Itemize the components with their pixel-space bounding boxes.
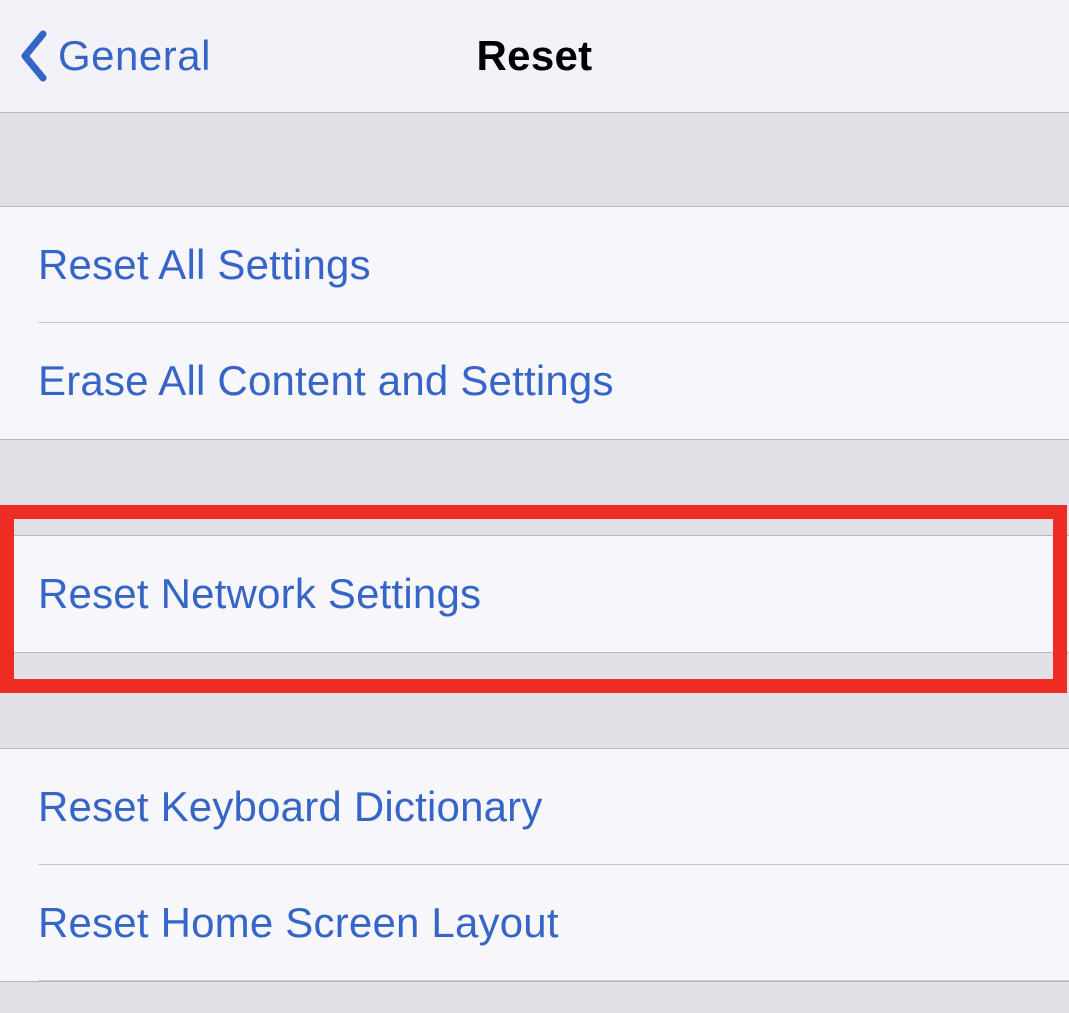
highlighted-section: Reset Network Settings xyxy=(0,535,1069,653)
item-label: Reset Network Settings xyxy=(38,570,481,618)
settings-group-1: Reset All Settings Erase All Content and… xyxy=(0,206,1069,440)
reset-home-screen-layout-item[interactable]: Reset Home Screen Layout xyxy=(0,865,1069,981)
reset-keyboard-dictionary-item[interactable]: Reset Keyboard Dictionary xyxy=(0,749,1069,865)
settings-group-2: Reset Network Settings xyxy=(0,535,1069,653)
item-label: Reset Keyboard Dictionary xyxy=(38,783,543,831)
separator xyxy=(38,980,1069,981)
section-spacer xyxy=(0,440,1069,535)
section-spacer xyxy=(0,113,1069,206)
reset-network-settings-item[interactable]: Reset Network Settings xyxy=(0,536,1069,652)
reset-all-settings-item[interactable]: Reset All Settings xyxy=(0,207,1069,323)
navigation-bar: General Reset xyxy=(0,0,1069,113)
settings-group-3: Reset Keyboard Dictionary Reset Home Scr… xyxy=(0,748,1069,982)
erase-all-content-item[interactable]: Erase All Content and Settings xyxy=(0,323,1069,439)
page-title: Reset xyxy=(477,32,593,80)
item-label: Reset All Settings xyxy=(38,241,371,289)
chevron-left-icon xyxy=(18,30,48,82)
item-label: Erase All Content and Settings xyxy=(38,357,614,405)
section-spacer xyxy=(0,653,1069,748)
back-button[interactable]: General xyxy=(0,30,211,82)
item-label: Reset Home Screen Layout xyxy=(38,899,559,947)
content-area: Reset All Settings Erase All Content and… xyxy=(0,113,1069,982)
back-label: General xyxy=(58,32,211,80)
